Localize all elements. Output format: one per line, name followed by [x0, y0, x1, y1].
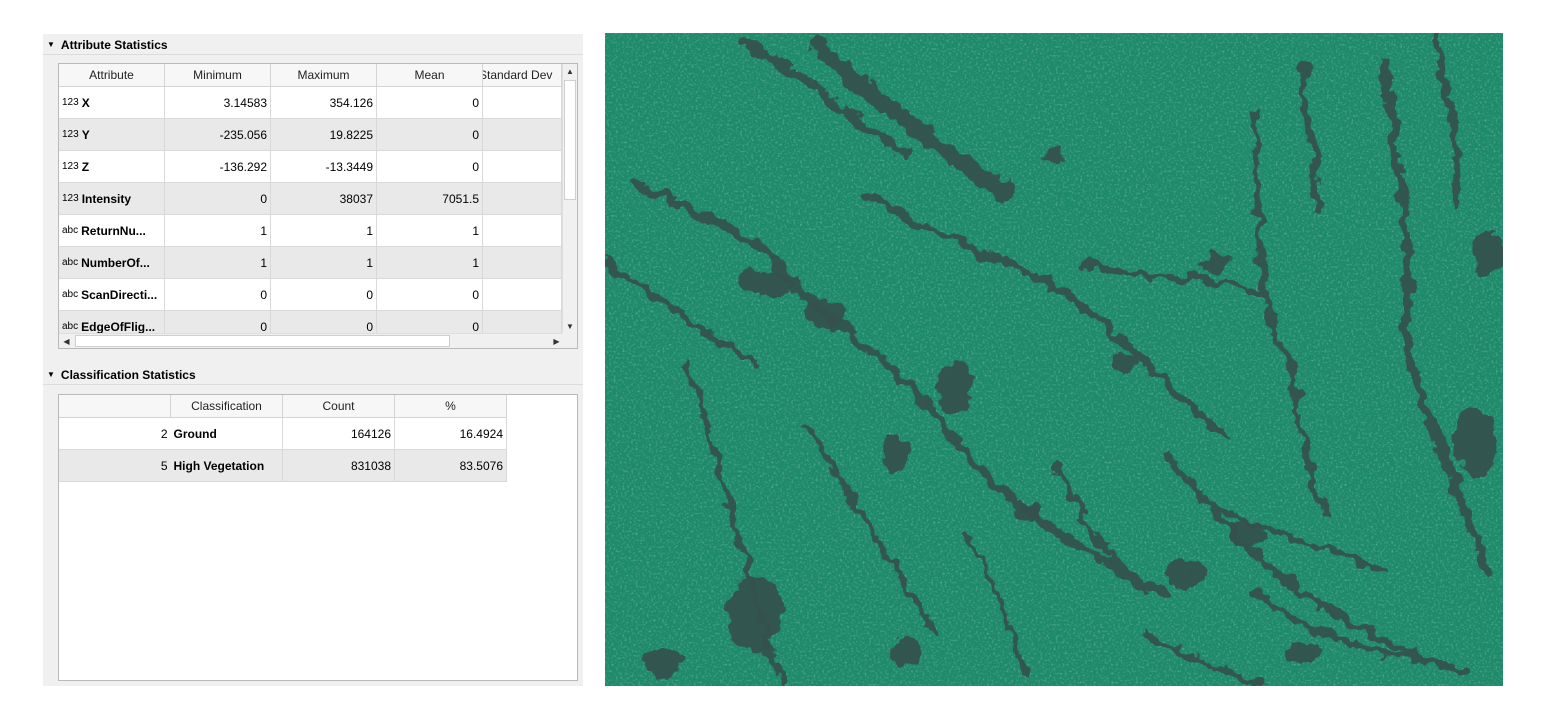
table-header-row: Classification Count %	[59, 395, 507, 418]
maximum-cell: 354.126	[270, 86, 377, 119]
arrow-up-icon[interactable]: ▲	[563, 64, 577, 79]
scrollbar-corner	[562, 333, 577, 348]
mean-cell: 0	[376, 150, 483, 183]
minimum-cell: -235.056	[164, 118, 271, 151]
column-header-percent[interactable]: %	[394, 395, 507, 418]
column-header-mean[interactable]: Mean	[376, 64, 483, 87]
standard-dev-cell	[482, 118, 562, 151]
count-cell: 164126	[282, 417, 395, 450]
classification-name-cell: High Vegetation	[170, 449, 283, 482]
column-header-classification[interactable]: Classification	[170, 395, 283, 418]
standard-dev-cell	[482, 182, 562, 215]
maximum-cell: 1	[270, 246, 377, 279]
minimum-cell: 1	[164, 214, 271, 247]
minimum-cell: 3.14583	[164, 86, 271, 119]
mean-cell: 1	[376, 246, 483, 279]
attribute-name-cell: abc ReturnNu...	[59, 214, 165, 247]
classification-statistics-title: Classification Statistics	[60, 367, 196, 382]
maximum-cell: 38037	[270, 182, 377, 215]
attribute-statistics-title: Attribute Statistics	[60, 37, 168, 52]
minimum-cell: 0	[164, 278, 271, 311]
numeric-type-icon: 123	[62, 160, 79, 172]
percent-cell: 16.4924	[394, 417, 507, 450]
classification-name-cell: Ground	[170, 417, 283, 450]
attribute-statistics-table-view[interactable]: Attribute Minimum Maximum Mean Standard …	[58, 63, 578, 349]
attribute-statistics-header[interactable]: ▼ Attribute Statistics	[43, 35, 583, 55]
vertical-scroll-thumb[interactable]	[564, 80, 576, 200]
table-row[interactable]: 123 X 3.14583 354.126 0	[59, 86, 562, 119]
standard-dev-cell	[482, 86, 562, 119]
statistics-panel: ▼ Attribute Statistics Attribute Minimum…	[43, 34, 583, 686]
vertical-scrollbar[interactable]: ▲ ▼	[562, 64, 577, 334]
expand-triangle-icon[interactable]: ▼	[47, 40, 55, 49]
canopy-image	[605, 33, 1503, 686]
attribute-statistics-table: Attribute Minimum Maximum Mean Standard …	[59, 64, 562, 343]
column-header-attribute[interactable]: Attribute	[59, 64, 165, 87]
text-type-icon: abc	[62, 288, 79, 300]
numeric-type-icon: 123	[62, 128, 79, 140]
attribute-name-cell: 123 X	[59, 86, 165, 119]
classification-statistics-header[interactable]: ▼ Classification Statistics	[43, 365, 583, 385]
standard-dev-cell	[482, 214, 562, 247]
numeric-type-icon: 123	[62, 192, 79, 204]
arrow-down-icon[interactable]: ▼	[563, 319, 577, 334]
horizontal-scrollbar[interactable]: ◀ ▶	[59, 333, 564, 348]
maximum-cell: 0	[270, 278, 377, 311]
attribute-name-cell: abc NumberOf...	[59, 246, 165, 279]
text-type-icon: abc	[62, 320, 79, 332]
attribute-name-cell: 123 Intensity	[59, 182, 165, 215]
column-header-count[interactable]: Count	[282, 395, 395, 418]
column-header-maximum[interactable]: Maximum	[270, 64, 377, 87]
mean-cell: 0	[376, 278, 483, 311]
numeric-type-icon: 123	[62, 96, 79, 108]
minimum-cell: 1	[164, 246, 271, 279]
column-header-minimum[interactable]: Minimum	[164, 64, 271, 87]
attribute-name-cell: 123 Z	[59, 150, 165, 183]
standard-dev-cell	[482, 246, 562, 279]
column-header-code[interactable]	[59, 395, 171, 418]
table-row[interactable]: 5 High Vegetation 831038 83.5076	[59, 449, 507, 482]
table-row[interactable]: 2 Ground 164126 16.4924	[59, 417, 507, 450]
arrow-left-icon[interactable]: ◀	[59, 334, 74, 348]
table-row[interactable]: abc NumberOf... 1 1 1	[59, 246, 562, 279]
percent-cell: 83.5076	[394, 449, 507, 482]
count-cell: 831038	[282, 449, 395, 482]
mean-cell: 1	[376, 214, 483, 247]
horizontal-scroll-thumb[interactable]	[75, 335, 450, 347]
class-code-cell: 2	[59, 417, 171, 450]
minimum-cell: 0	[164, 182, 271, 215]
mean-cell: 0	[376, 118, 483, 151]
table-row[interactable]: 123 Y -235.056 19.8225 0	[59, 118, 562, 151]
minimum-cell: -136.292	[164, 150, 271, 183]
attribute-name-cell: abc ScanDirecti...	[59, 278, 165, 311]
maximum-cell: 1	[270, 214, 377, 247]
table-row[interactable]: abc ScanDirecti... 0 0 0	[59, 278, 562, 311]
maximum-cell: 19.8225	[270, 118, 377, 151]
point-cloud-canopy-view[interactable]	[605, 33, 1503, 686]
maximum-cell: -13.3449	[270, 150, 377, 183]
standard-dev-cell	[482, 278, 562, 311]
class-code-cell: 5	[59, 449, 171, 482]
text-type-icon: abc	[62, 224, 79, 236]
expand-triangle-icon[interactable]: ▼	[47, 370, 55, 379]
attribute-name-cell: 123 Y	[59, 118, 165, 151]
column-header-standard-dev[interactable]: Standard Dev	[482, 64, 562, 87]
table-row[interactable]: 123 Intensity 0 38037 7051.5	[59, 182, 562, 215]
table-header-row: Attribute Minimum Maximum Mean Standard …	[59, 64, 562, 87]
standard-dev-cell	[482, 150, 562, 183]
table-row[interactable]: abc ReturnNu... 1 1 1	[59, 214, 562, 247]
classification-statistics-table: Classification Count % 2 Ground 164126 1…	[59, 395, 507, 482]
text-type-icon: abc	[62, 256, 79, 268]
mean-cell: 7051.5	[376, 182, 483, 215]
table-row[interactable]: 123 Z -136.292 -13.3449 0	[59, 150, 562, 183]
classification-statistics-table-view[interactable]: Classification Count % 2 Ground 164126 1…	[58, 394, 578, 681]
mean-cell: 0	[376, 86, 483, 119]
